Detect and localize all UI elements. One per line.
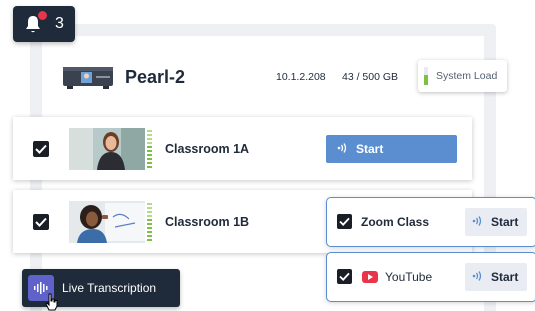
level-segment: [147, 215, 152, 217]
destination-name: Zoom Class: [361, 215, 430, 229]
start-button-label: Start: [491, 215, 519, 229]
level-segment: [147, 227, 152, 229]
audio-level-meter: [147, 130, 152, 170]
level-segment: [147, 138, 152, 140]
level-segment: [147, 219, 152, 221]
storage-usage: 43 / 500 GB: [342, 71, 399, 83]
device-image: [60, 62, 117, 92]
level-segment: [147, 207, 152, 209]
channel-thumbnail: [69, 201, 145, 243]
level-segment: [147, 158, 152, 160]
broadcast-icon: [471, 270, 483, 285]
start-button-label: Start: [491, 270, 519, 284]
level-segment: [147, 134, 152, 136]
youtube-icon: [362, 271, 378, 283]
level-segment: [147, 235, 152, 237]
system-load-widget[interactable]: System Load: [418, 60, 507, 92]
destination-checkbox[interactable]: [337, 269, 352, 284]
system-load-meter: [424, 67, 428, 85]
level-segment: [147, 162, 152, 164]
level-segment: [147, 223, 152, 225]
channel-name: Classroom 1A: [165, 142, 250, 156]
device-name: Pearl-2: [125, 66, 186, 87]
channel-checkbox[interactable]: [33, 141, 49, 157]
destination-card-youtube: YouTube Start: [326, 252, 535, 302]
notification-dot: [38, 11, 47, 20]
broadcast-icon: [471, 215, 483, 230]
stage: Pearl-2 10.1.2.208 43 / 500 GB System Lo…: [0, 0, 535, 311]
channel-name: Classroom 1B: [165, 215, 250, 229]
channel-thumbnail: [69, 128, 145, 170]
level-segment: [147, 239, 152, 241]
level-segment: [147, 150, 152, 152]
destination-checkbox[interactable]: [337, 214, 352, 229]
device-ip: 10.1.2.208: [276, 71, 326, 83]
channel-checkbox[interactable]: [33, 214, 49, 230]
start-button[interactable]: Start: [465, 208, 527, 236]
audio-level-meter: [147, 203, 152, 243]
level-segment: [147, 130, 152, 132]
level-segment: [147, 142, 152, 144]
start-button[interactable]: Start: [465, 263, 527, 291]
bell-icon: [24, 11, 47, 34]
level-segment: [147, 211, 152, 213]
level-segment: [147, 231, 152, 233]
level-segment: [147, 203, 152, 205]
level-segment: [147, 154, 152, 156]
level-segment: [147, 146, 152, 148]
notification-count: 3: [55, 15, 64, 32]
hand-cursor-icon: [45, 293, 59, 311]
level-segment: [147, 166, 152, 168]
broadcast-icon: [336, 142, 348, 157]
live-transcription-label: Live Transcription: [62, 281, 157, 295]
notification-button[interactable]: 3: [13, 6, 75, 42]
system-load-label: System Load: [436, 70, 498, 82]
start-button[interactable]: Start: [326, 135, 457, 163]
device-header: Pearl-2: [60, 62, 185, 92]
destination-card-zoom: Zoom Class Start: [326, 197, 535, 247]
destination-name: YouTube: [385, 270, 433, 284]
start-button-label: Start: [356, 142, 384, 156]
